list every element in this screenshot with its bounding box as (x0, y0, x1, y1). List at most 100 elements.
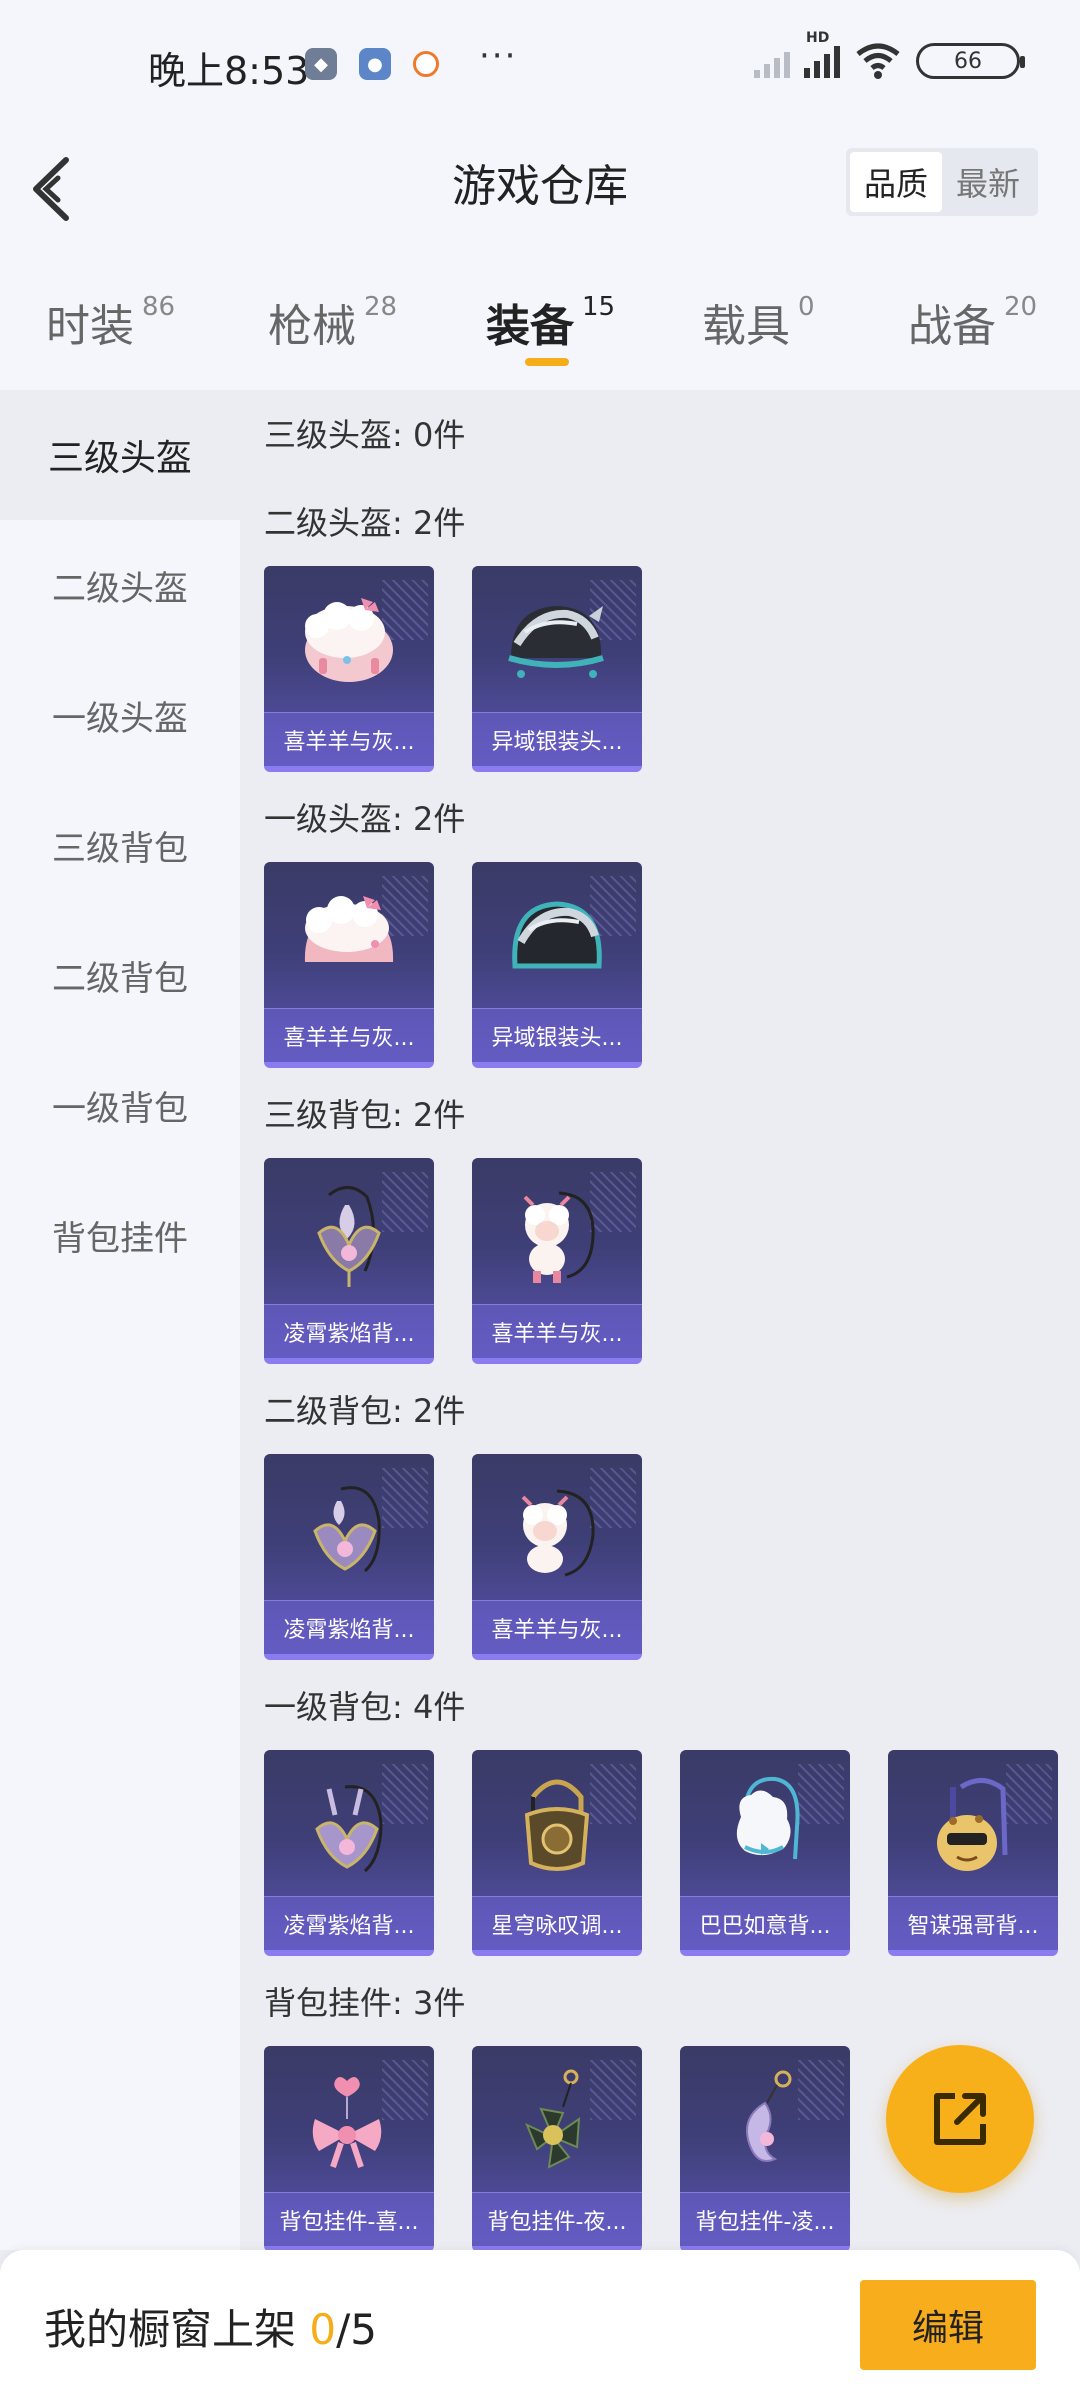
purple-flame-charm-icon (680, 2054, 850, 2192)
sidebar: 三级头盔 二级头盔 一级头盔 三级背包 二级背包 一级背包 背包挂件 (0, 390, 240, 2250)
section-title: 二级背包: 2件 (264, 1392, 466, 1430)
item-name: 凌霄紫焰背... (264, 1896, 434, 1950)
item-card[interactable]: 星穹咏叹调... (472, 1750, 642, 1956)
item-card[interactable]: 凌霄紫焰背... (264, 1750, 434, 1956)
tab-label: 战备 (908, 301, 996, 352)
item-name: 背包挂件-凌... (680, 2192, 850, 2246)
sidebar-item-level3-backpack[interactable]: 三级背包 (0, 780, 240, 910)
silver-helmet-icon (472, 574, 642, 712)
silver-helmet-icon (472, 870, 642, 1008)
dark-flower-charm-icon (472, 2054, 642, 2192)
category-tabs: 时装 86 枪械 28 装备 15 载具 0 战备 20 (0, 260, 1080, 390)
item-card[interactable]: 异域银装头... (472, 862, 642, 1068)
item-name: 背包挂件-夜... (472, 2192, 642, 2246)
showcase-label: 我的橱窗上架 (44, 2305, 297, 2354)
sort-quality-button[interactable]: 品质 (850, 152, 942, 212)
item-card[interactable]: 智谋强哥背... (888, 1750, 1058, 1956)
item-grid: 三级头盔: 0件 二级头盔: 2件 喜羊羊与灰... 异域银装头... 一级头盔… (240, 390, 1080, 2250)
sheep-backpack-icon (472, 1166, 642, 1304)
share-icon (934, 2093, 986, 2145)
item-name: 喜羊羊与灰... (472, 1304, 642, 1358)
tab-count: 86 (142, 292, 176, 322)
tab-label: 枪械 (268, 301, 356, 352)
section-title: 背包挂件: 3件 (264, 1984, 466, 2022)
sidebar-item-level3-helmet[interactable]: 三级头盔 (0, 390, 240, 520)
item-card[interactable]: 背包挂件-喜... (264, 2046, 434, 2250)
showcase-count: 0 (309, 2305, 337, 2354)
edit-button[interactable]: 编辑 (860, 2280, 1036, 2370)
showcase-status: 我的橱窗上架 0/5 (44, 2296, 377, 2357)
app-notification-icon: ◆ (305, 48, 337, 80)
pink-sheep-helmet-icon (264, 574, 434, 712)
section-title: 三级头盔: 0件 (264, 416, 466, 454)
tab-count: 0 (798, 292, 815, 322)
tab-fashion[interactable]: 时装 86 (46, 290, 175, 354)
sort-newest-button[interactable]: 最新 (942, 152, 1034, 212)
share-button[interactable] (886, 2045, 1034, 2193)
sort-toggle: 品质 最新 (846, 148, 1038, 216)
wifi-icon (856, 43, 900, 79)
tab-count: 20 (1004, 292, 1038, 322)
item-name: 巴巴如意背... (680, 1896, 850, 1950)
sidebar-item-level2-helmet[interactable]: 二级头盔 (0, 520, 240, 650)
app-notification-icon (413, 51, 439, 77)
hd-badge: HD (806, 30, 830, 46)
item-name: 喜羊羊与灰... (264, 1008, 434, 1062)
sidebar-item-level1-backpack[interactable]: 一级背包 (0, 1040, 240, 1170)
item-name: 凌霄紫焰背... (264, 1600, 434, 1654)
purple-flame-backpack-icon (264, 1166, 434, 1304)
tab-label: 载具 (702, 301, 790, 352)
item-name: 异域银装头... (472, 712, 642, 766)
sidebar-item-level2-backpack[interactable]: 二级背包 (0, 910, 240, 1040)
tab-weapons[interactable]: 枪械 28 (268, 290, 397, 354)
pink-bow-charm-icon (264, 2054, 434, 2192)
tab-gear[interactable]: 战备 20 (908, 290, 1037, 354)
active-tab-indicator (525, 358, 569, 366)
tab-count: 15 (582, 292, 616, 322)
system-icons: HD 66 (754, 30, 1025, 80)
item-name: 凌霄紫焰背... (264, 1304, 434, 1358)
battery-icon: 66 (916, 43, 1025, 79)
section-title: 一级背包: 4件 (264, 1688, 466, 1726)
section-title: 一级头盔: 2件 (264, 800, 466, 838)
showcase-bar: 我的橱窗上架 0/5 编辑 (0, 2250, 1080, 2400)
status-time: 晚上8:53 (148, 49, 310, 93)
item-name: 喜羊羊与灰... (472, 1600, 642, 1654)
signal-sim1-icon: HD (804, 30, 840, 78)
item-card[interactable]: 喜羊羊与灰... (264, 566, 434, 772)
showcase-total: /5 (336, 2305, 377, 2354)
white-bun-backpack-icon (680, 1758, 850, 1896)
item-card[interactable]: 背包挂件-夜... (472, 2046, 642, 2250)
more-notifications-icon: ··· (479, 36, 518, 76)
tab-equipment[interactable]: 装备 15 (486, 290, 615, 354)
sidebar-item-level1-helmet[interactable]: 一级头盔 (0, 650, 240, 780)
cartoon-face-backpack-icon (888, 1758, 1058, 1896)
tab-count: 28 (364, 292, 398, 322)
purple-flame-backpack-icon (264, 1462, 434, 1600)
item-name: 异域银装头... (472, 1008, 642, 1062)
tab-label: 时装 (46, 301, 134, 352)
section-title: 二级头盔: 2件 (264, 504, 466, 542)
item-card[interactable]: 喜羊羊与灰... (472, 1454, 642, 1660)
app-notification-icon: ● (359, 48, 391, 80)
section-title: 三级背包: 2件 (264, 1096, 466, 1134)
item-name: 喜羊羊与灰... (264, 712, 434, 766)
tab-label: 装备 (486, 301, 574, 352)
item-name: 智谋强哥背... (888, 1896, 1058, 1950)
gold-backpack-icon (472, 1758, 642, 1896)
item-card[interactable]: 异域银装头... (472, 566, 642, 772)
pink-sheep-helmet-icon (264, 870, 434, 1008)
signal-sim2-icon (754, 44, 790, 78)
item-name: 背包挂件-喜... (264, 2192, 434, 2246)
item-card[interactable]: 背包挂件-凌... (680, 2046, 850, 2250)
sidebar-item-backpack-charm[interactable]: 背包挂件 (0, 1170, 240, 1300)
item-name: 星穹咏叹调... (472, 1896, 642, 1950)
tab-vehicles[interactable]: 载具 0 (702, 290, 815, 354)
item-card[interactable]: 凌霄紫焰背... (264, 1454, 434, 1660)
item-card[interactable]: 喜羊羊与灰... (264, 862, 434, 1068)
item-card[interactable]: 喜羊羊与灰... (472, 1158, 642, 1364)
item-card[interactable]: 巴巴如意背... (680, 1750, 850, 1956)
purple-flame-backpack-icon (264, 1758, 434, 1896)
item-card[interactable]: 凌霄紫焰背... (264, 1158, 434, 1364)
sheep-backpack-icon (472, 1462, 642, 1600)
